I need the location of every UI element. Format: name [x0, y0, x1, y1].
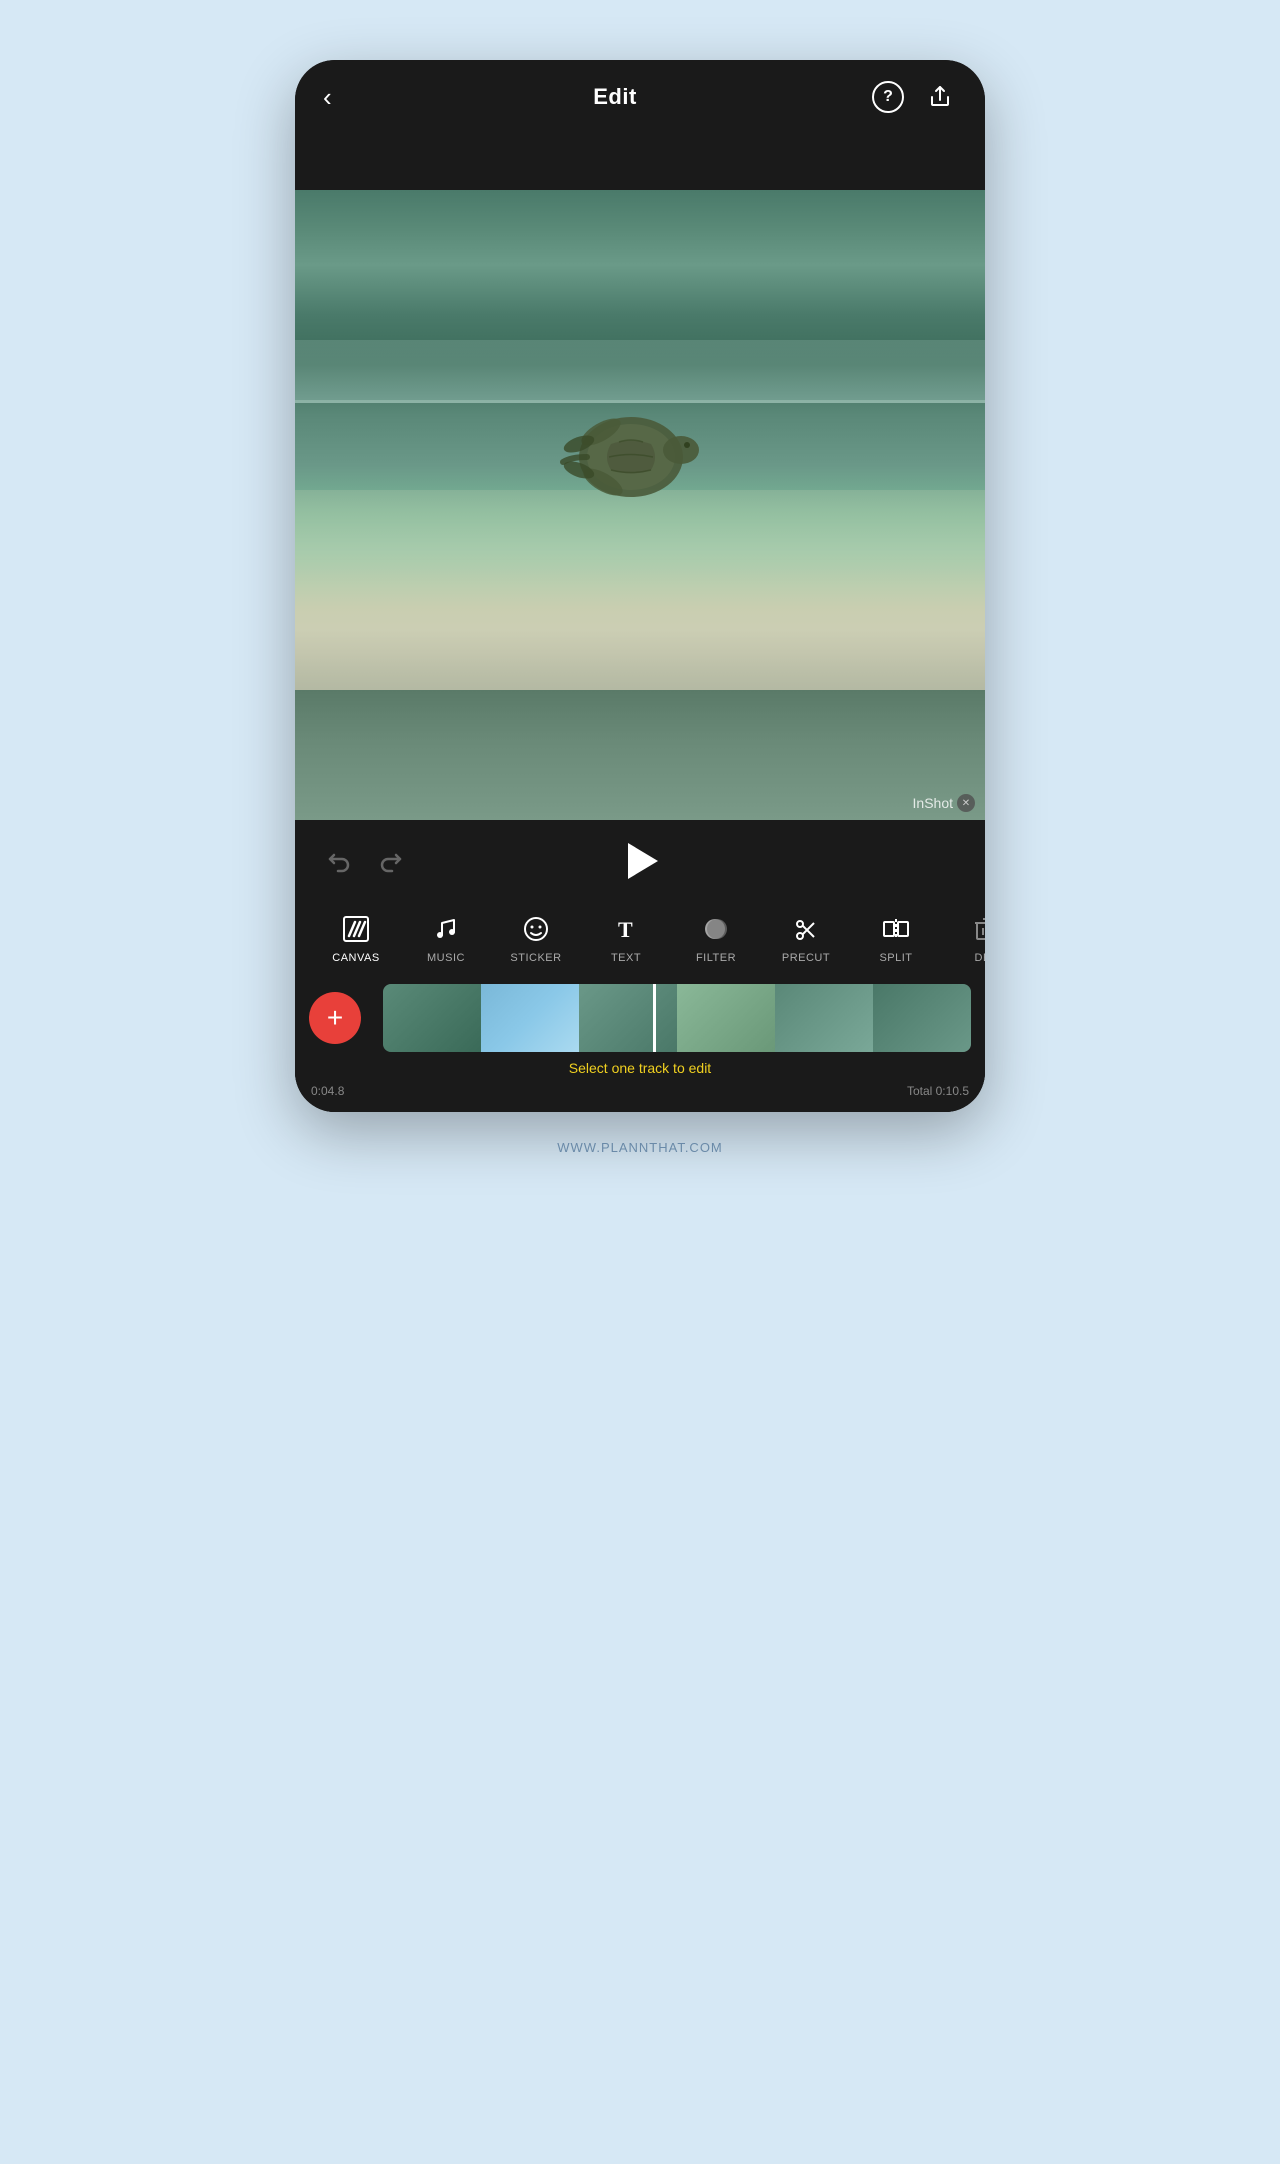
- timeline-clip-1: [383, 984, 481, 1052]
- timestamp-bar: 0:04.8 Total 0:10.5: [295, 1082, 985, 1112]
- track-select-message: Select one track to edit: [295, 1052, 985, 1082]
- video-main-frame: [295, 190, 985, 690]
- text-label: TEXT: [611, 952, 641, 964]
- video-blur-extension: InShot ✕: [295, 690, 985, 820]
- precut-label: PRECUT: [782, 952, 830, 964]
- header: ‹ Edit ?: [295, 60, 985, 130]
- timeline-clip-4: [677, 984, 775, 1052]
- timeline-clip-3: [579, 984, 677, 1052]
- undo-button[interactable]: [323, 845, 355, 877]
- filter-icon: [701, 912, 731, 946]
- turtle-subject: [541, 382, 721, 527]
- sticker-label: STICKER: [510, 952, 561, 964]
- watermark-close[interactable]: ✕: [957, 794, 975, 812]
- add-media-button[interactable]: +: [309, 992, 361, 1044]
- tool-sticker[interactable]: STICKER: [491, 902, 581, 972]
- tool-split[interactable]: SPLIT: [851, 902, 941, 972]
- filter-label: FILTER: [696, 952, 736, 964]
- watermark: InShot ✕: [913, 794, 975, 812]
- playback-controls: [295, 836, 985, 902]
- music-label: MUSIC: [427, 952, 465, 964]
- current-time: 0:04.8: [311, 1084, 344, 1098]
- header-actions: ?: [871, 80, 957, 114]
- tool-music[interactable]: MUSIC: [401, 902, 491, 972]
- sticker-icon: [522, 912, 550, 946]
- split-label: SPLIT: [879, 952, 912, 964]
- play-button[interactable]: [615, 836, 665, 886]
- top-bar: [295, 130, 985, 190]
- redo-button[interactable]: [375, 845, 407, 877]
- play-icon: [628, 843, 658, 879]
- timeline-clip-2: [481, 984, 579, 1052]
- text-icon: T: [612, 912, 640, 946]
- tools-row: CANVAS MUSIC: [295, 902, 985, 984]
- svg-text:T: T: [618, 917, 633, 942]
- timeline-area: +: [295, 984, 985, 1052]
- timeline-clip-6: [873, 984, 971, 1052]
- help-icon: ?: [872, 81, 904, 113]
- tool-text[interactable]: T TEXT: [581, 902, 671, 972]
- delete-label: DEL: [975, 952, 985, 964]
- video-preview: InShot ✕: [295, 190, 985, 820]
- split-icon: [881, 912, 911, 946]
- music-icon: [432, 912, 460, 946]
- back-button[interactable]: ‹: [323, 82, 359, 113]
- timeline-track[interactable]: [383, 984, 971, 1052]
- share-icon: [928, 85, 952, 109]
- undo-redo-group: [323, 845, 407, 877]
- tool-delete[interactable]: DEL: [941, 902, 985, 972]
- tool-filter[interactable]: FILTER: [671, 902, 761, 972]
- website-footer: WWW.PLANNTHAT.COM: [557, 1140, 723, 1155]
- tool-canvas[interactable]: CANVAS: [311, 902, 401, 972]
- help-button[interactable]: ?: [871, 80, 905, 114]
- total-time: Total 0:10.5: [907, 1084, 969, 1098]
- canvas-icon: [341, 912, 371, 946]
- controls-area: CANVAS MUSIC: [295, 820, 985, 1112]
- timeline-clip-5: [775, 984, 873, 1052]
- canvas-label: CANVAS: [332, 952, 379, 964]
- tool-precut[interactable]: PRECUT: [761, 902, 851, 972]
- page-title: Edit: [593, 84, 637, 110]
- precut-icon: [791, 912, 821, 946]
- delete-icon: [972, 912, 985, 946]
- phone-frame: ‹ Edit ?: [295, 60, 985, 1112]
- add-icon: +: [327, 1004, 343, 1032]
- share-button[interactable]: [923, 80, 957, 114]
